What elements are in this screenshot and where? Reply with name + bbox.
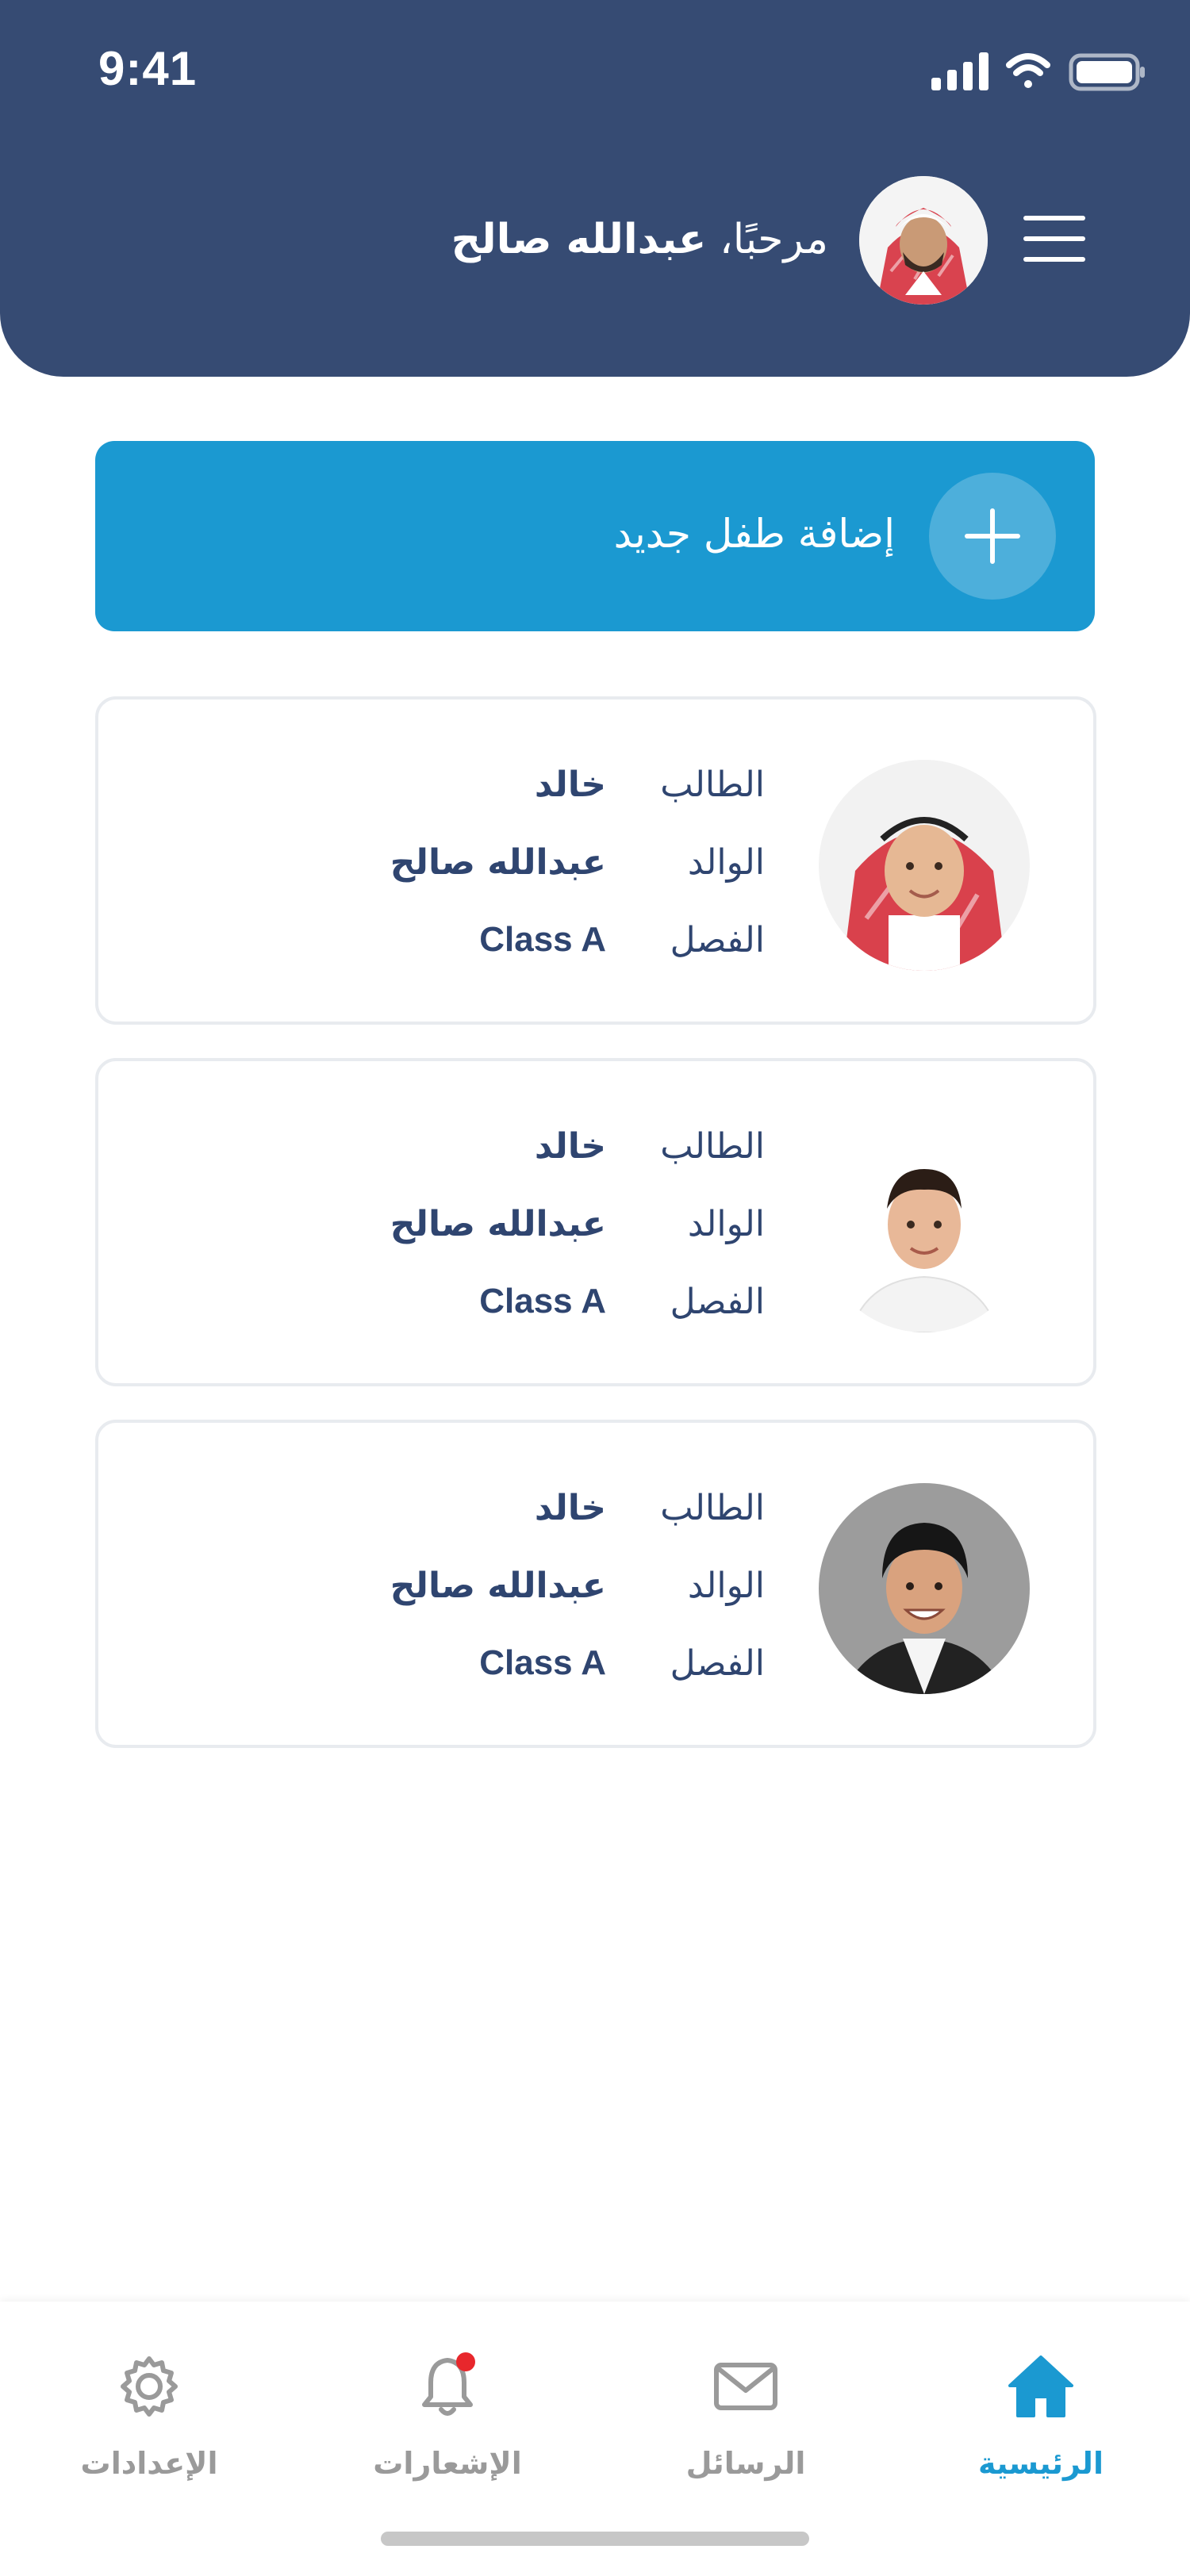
nav-home[interactable]: الرئيسية (922, 2351, 1160, 2486)
nav-settings[interactable]: الإعدادات (30, 2351, 268, 2486)
parent-row: الوالد عبدالله صالح (98, 1204, 1093, 1259)
signal-icon (931, 52, 988, 90)
nav-home-label: الرئيسية (978, 2446, 1104, 2481)
nav-messages[interactable]: الرسائل (627, 2351, 865, 2486)
battery-icon (1069, 53, 1145, 91)
parent-label: الوالد (687, 842, 765, 883)
class-row: الفصل Class A (98, 1282, 1093, 1337)
student-row: الطالب خالد (98, 1126, 1093, 1182)
student-label: الطالب (660, 1488, 765, 1528)
nav-notifications-label: الإشعارات (373, 2446, 522, 2481)
nav-settings-label: الإعدادات (80, 2446, 218, 2481)
nav-messages-label: الرسائل (685, 2446, 806, 2481)
student-value: خالد (534, 1488, 606, 1528)
class-row: الفصل Class A (98, 1643, 1093, 1699)
student-row: الطالب خالد (98, 1488, 1093, 1543)
add-child-label: إضافة طفل جديد (613, 511, 895, 557)
user-name: عبدالله صالح (451, 216, 707, 263)
menu-button[interactable] (1023, 216, 1085, 263)
parent-label: الوالد (687, 1566, 765, 1606)
parent-value: عبدالله صالح (390, 842, 606, 883)
home-icon (1008, 2356, 1073, 2417)
plus-icon (929, 473, 1056, 600)
status-time: 9:41 (98, 42, 198, 95)
parent-row: الوالد عبدالله صالح (98, 842, 1093, 898)
gear-icon (121, 2356, 178, 2417)
student-value: خالد (534, 1126, 606, 1167)
parent-label: الوالد (687, 1204, 765, 1244)
child-card[interactable]: الطالب خالد الوالد عبدالله صالح الفصل Cl… (95, 696, 1096, 1025)
student-label: الطالب (660, 1126, 765, 1167)
student-row: الطالب خالد (98, 765, 1093, 820)
child-card[interactable]: الطالب خالد الوالد عبدالله صالح الفصل Cl… (95, 1058, 1096, 1386)
add-child-button[interactable]: إضافة طفل جديد (95, 441, 1095, 631)
wifi-icon (1006, 53, 1050, 88)
child-card[interactable]: الطالب خالد الوالد عبدالله صالح الفصل Cl… (95, 1420, 1096, 1748)
student-label: الطالب (660, 765, 765, 805)
student-value: خالد (534, 765, 606, 805)
parent-row: الوالد عبدالله صالح (98, 1566, 1093, 1621)
class-label: الفصل (670, 1643, 765, 1684)
class-value: Class A (479, 1643, 606, 1682)
class-label: الفصل (670, 920, 765, 960)
notification-badge (456, 2352, 475, 2371)
parent-value: عبدالله صالح (390, 1566, 606, 1606)
user-avatar[interactable] (859, 176, 988, 305)
class-value: Class A (479, 1282, 606, 1321)
bell-icon (422, 2352, 475, 2416)
class-row: الفصل Class A (98, 920, 1093, 976)
greeting-text: مرحبًا، عبدالله صالح (451, 216, 828, 263)
greeting-prefix: مرحبًا، (719, 216, 828, 263)
envelope-icon (714, 2363, 777, 2410)
home-indicator (381, 2532, 809, 2546)
class-label: الفصل (670, 1282, 765, 1322)
status-icons (931, 52, 1145, 91)
parent-value: عبدالله صالح (390, 1204, 606, 1244)
nav-notifications[interactable]: الإشعارات (328, 2351, 566, 2486)
app-header: 9:41 مرحبًا، عبدالله صالح (0, 0, 1190, 377)
class-value: Class A (479, 920, 606, 959)
